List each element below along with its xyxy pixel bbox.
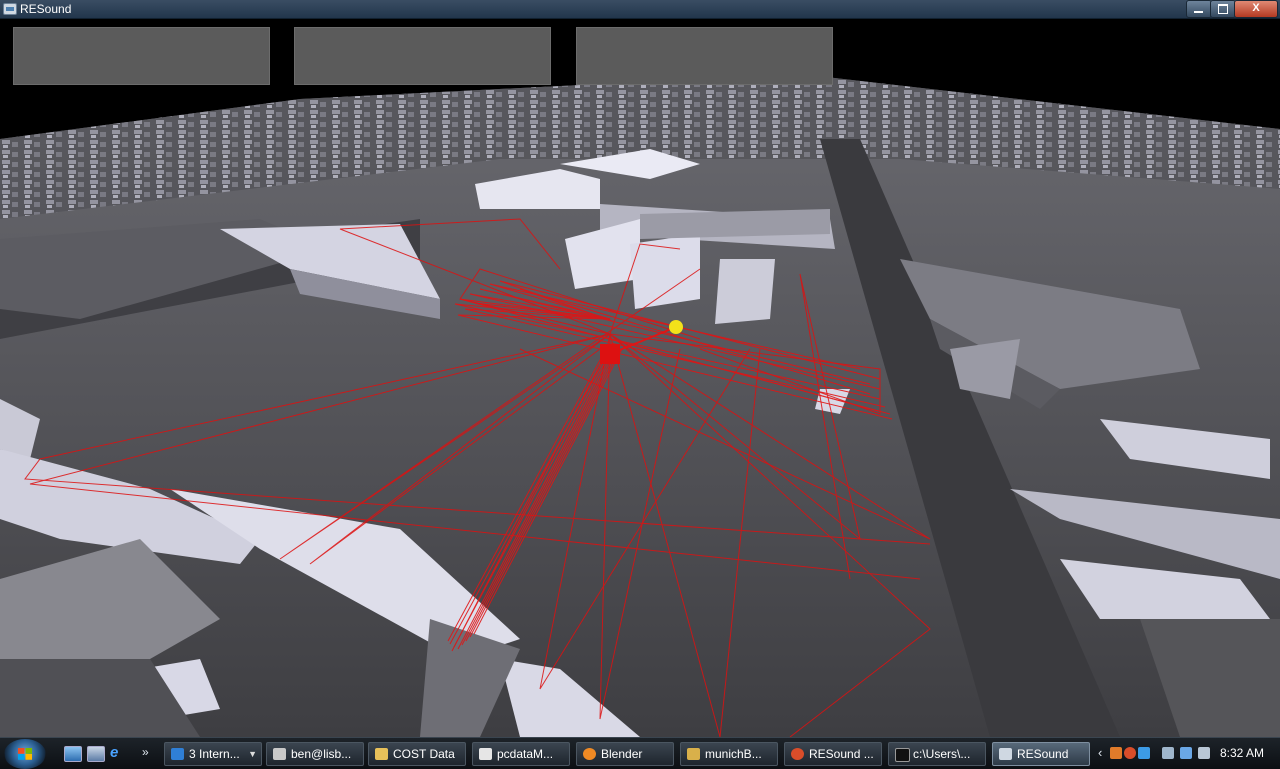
switch-windows-icon[interactable]: [87, 746, 105, 762]
overlay-panel-2: [294, 27, 551, 85]
tray-expand-button[interactable]: ‹: [1098, 745, 1102, 760]
close-button[interactable]: X: [1234, 0, 1278, 18]
resound-window-icon: [999, 748, 1012, 760]
start-button[interactable]: [4, 739, 46, 769]
ie-quicklaunch-icon[interactable]: e: [110, 745, 126, 760]
window-title: RESound: [20, 2, 72, 16]
tray-app-icon[interactable]: [1138, 747, 1150, 759]
building: [715, 259, 775, 324]
taskbar-button-putty[interactable]: ben@lisb...: [266, 742, 364, 766]
tray-app-icon[interactable]: [1124, 747, 1136, 759]
task-label: COST Data: [393, 747, 455, 761]
task-label: Blender: [601, 747, 643, 761]
putty-icon: [273, 748, 286, 760]
taskbar-button-cmd[interactable]: c:\Users\...: [888, 742, 986, 766]
volume-icon[interactable]: [1198, 747, 1210, 759]
maximize-button[interactable]: [1210, 0, 1236, 18]
windows-logo-icon: [18, 748, 32, 760]
cmd-icon: [895, 748, 910, 762]
taskbar-button-munich[interactable]: munichB...: [680, 742, 778, 766]
taskbar-button-resound[interactable]: RESound: [992, 742, 1090, 766]
minimize-icon: [1194, 11, 1203, 13]
show-desktop-icon[interactable]: [64, 746, 82, 762]
overlay-panel-1: [13, 27, 270, 85]
task-label: c:\Users\...: [913, 747, 971, 761]
taskbar-button-cost-data[interactable]: COST Data: [368, 742, 466, 766]
app-icon[interactable]: [3, 3, 17, 15]
quicklaunch-more-button[interactable]: »: [142, 746, 158, 760]
city-scene: [0, 74, 1280, 737]
resound-icon: [791, 748, 804, 760]
ie-icon: [171, 748, 184, 760]
taskbar-button-resound-group[interactable]: RESound ...: [784, 742, 882, 766]
task-label: pcdataM...: [497, 747, 554, 761]
tray-device-icon[interactable]: [1162, 747, 1174, 759]
overlay-panel-3: [576, 27, 833, 85]
taskbar-button-pcdata[interactable]: pcdataM...: [472, 742, 570, 766]
receiver-marker: [669, 320, 683, 334]
minimize-button[interactable]: [1186, 0, 1212, 18]
task-label: RESound: [1017, 747, 1069, 761]
clock[interactable]: 8:32 AM: [1220, 746, 1264, 760]
sound-source-marker: [600, 344, 620, 364]
title-bar[interactable]: RESound X: [0, 0, 1280, 19]
chevron-down-icon: ▼: [248, 749, 257, 759]
folder-icon: [375, 748, 388, 760]
task-label: ben@lisb...: [291, 747, 352, 761]
taskbar: e » 3 Intern... ▼ ben@lisb... COST Data …: [0, 737, 1280, 769]
system-tray: ‹ 8:32 AM: [1098, 742, 1280, 766]
network-icon[interactable]: [1180, 747, 1192, 759]
taskbar-button-blender[interactable]: Blender: [576, 742, 674, 766]
render-viewport[interactable]: [0, 19, 1280, 737]
document-icon: [479, 748, 492, 760]
task-label: munichB...: [705, 747, 762, 761]
editor-icon: [687, 748, 700, 760]
taskbar-button-ie[interactable]: 3 Intern... ▼: [164, 742, 262, 766]
building: [630, 234, 700, 309]
tray-app-icon[interactable]: [1110, 747, 1122, 759]
building: [640, 209, 830, 239]
blender-icon: [583, 748, 596, 760]
task-label: RESound ...: [809, 747, 874, 761]
task-label: 3 Intern...: [189, 747, 240, 761]
maximize-icon: [1218, 4, 1228, 14]
